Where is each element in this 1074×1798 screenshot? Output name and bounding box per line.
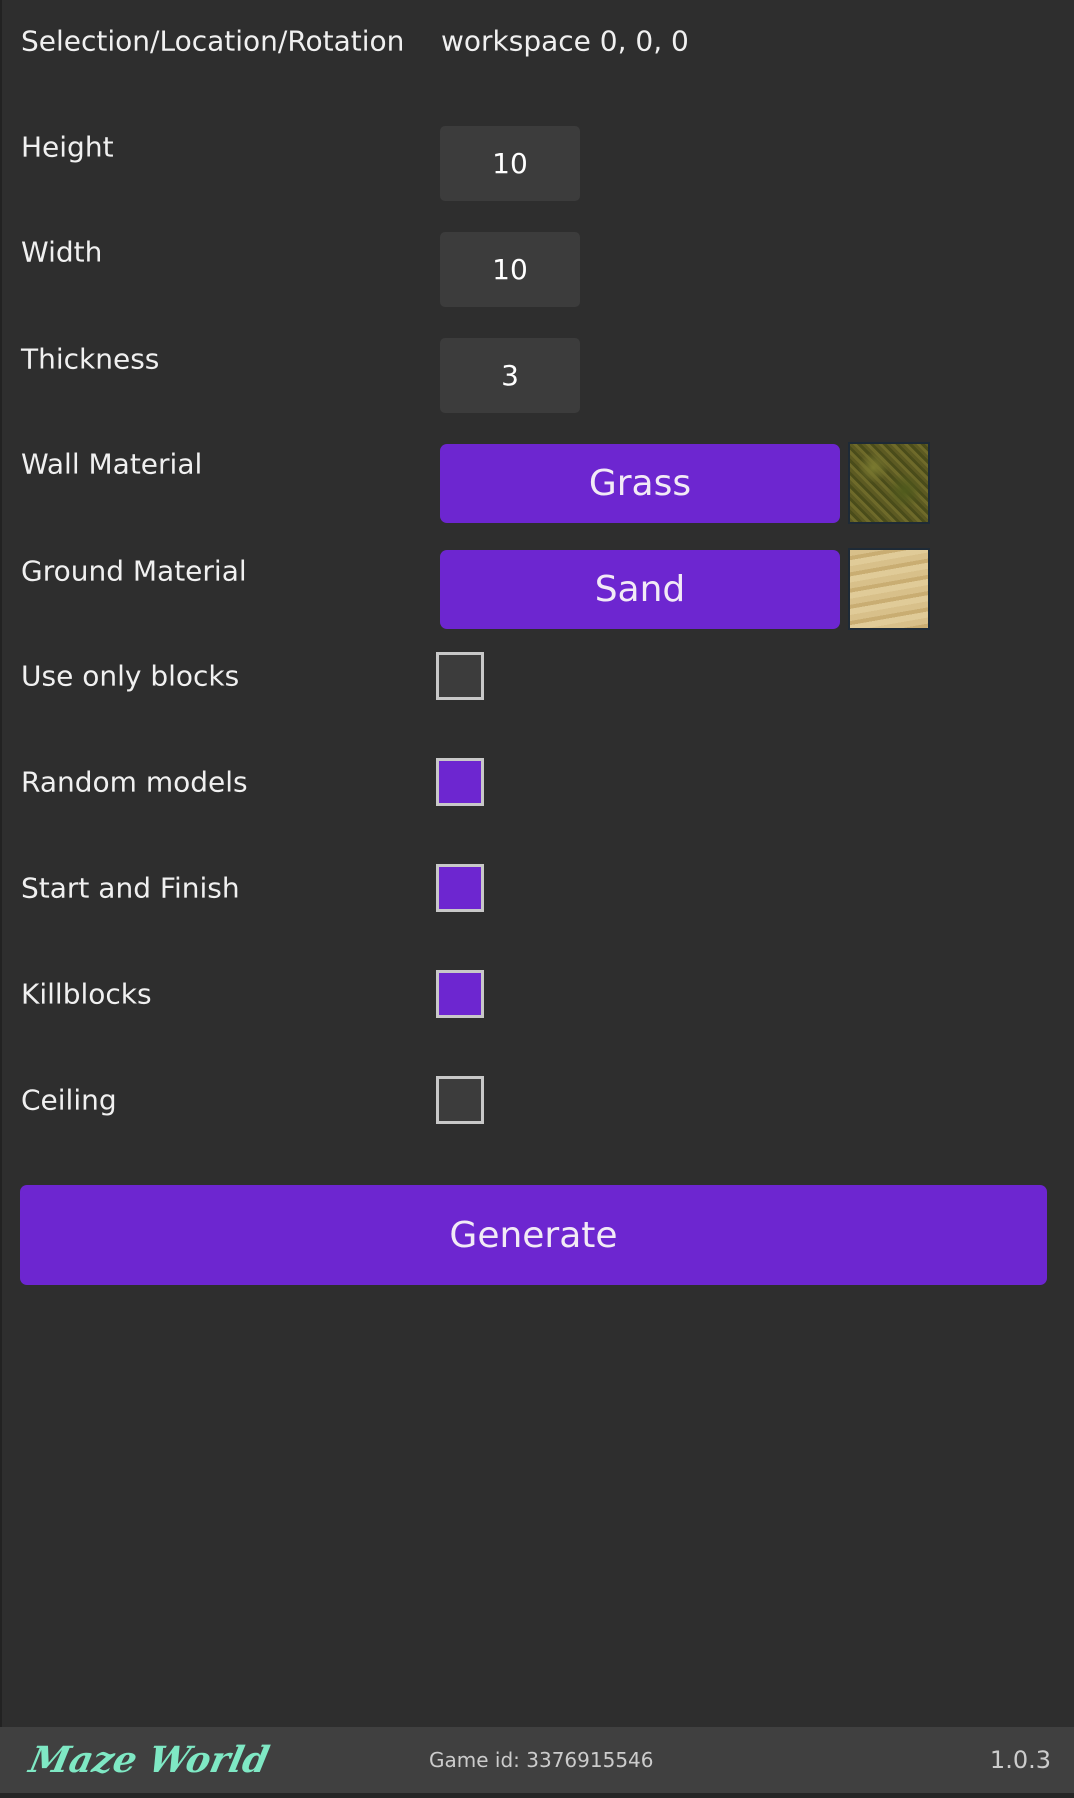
option-label: Random models — [21, 765, 248, 799]
panel-edge — [0, 0, 2, 1798]
use-only-blocks-checkbox[interactable] — [436, 652, 484, 700]
option-label: Killblocks — [21, 977, 152, 1011]
sand-texture-preview — [848, 548, 930, 630]
width-input[interactable]: 10 — [440, 232, 580, 307]
height-input[interactable]: 10 — [440, 126, 580, 201]
option-label: Ceiling — [21, 1083, 117, 1117]
grass-texture-preview — [848, 442, 930, 524]
killblocks-checkbox[interactable] — [436, 970, 484, 1018]
selection-label: Selection/Location/Rotation — [21, 24, 405, 58]
ceiling-checkbox[interactable] — [436, 1076, 484, 1124]
thickness-label: Thickness — [21, 342, 160, 376]
selection-value: workspace 0, 0, 0 — [441, 24, 689, 58]
game-id: Game id: 3376915546 — [429, 1748, 654, 1772]
option-label: Start and Finish — [21, 871, 240, 905]
width-label: Width — [21, 235, 103, 269]
option-label: Use only blocks — [21, 659, 240, 693]
maze-world-logo: Maze World — [25, 1739, 273, 1781]
ground-material-button[interactable]: Sand — [440, 550, 840, 629]
generate-button[interactable]: Generate — [20, 1185, 1047, 1285]
start-and-finish-checkbox[interactable] — [436, 864, 484, 912]
wall-material-button[interactable]: Grass — [440, 444, 840, 523]
wall-material-label: Wall Material — [21, 447, 203, 481]
ground-material-label: Ground Material — [21, 554, 247, 588]
footer: Maze World Game id: 3376915546 1.0.3 — [0, 1727, 1074, 1793]
height-label: Height — [21, 130, 114, 164]
random-models-checkbox[interactable] — [436, 758, 484, 806]
thickness-input[interactable]: 3 — [440, 338, 580, 413]
bottom-strip — [0, 1793, 1074, 1798]
version: 1.0.3 — [989, 1746, 1051, 1774]
